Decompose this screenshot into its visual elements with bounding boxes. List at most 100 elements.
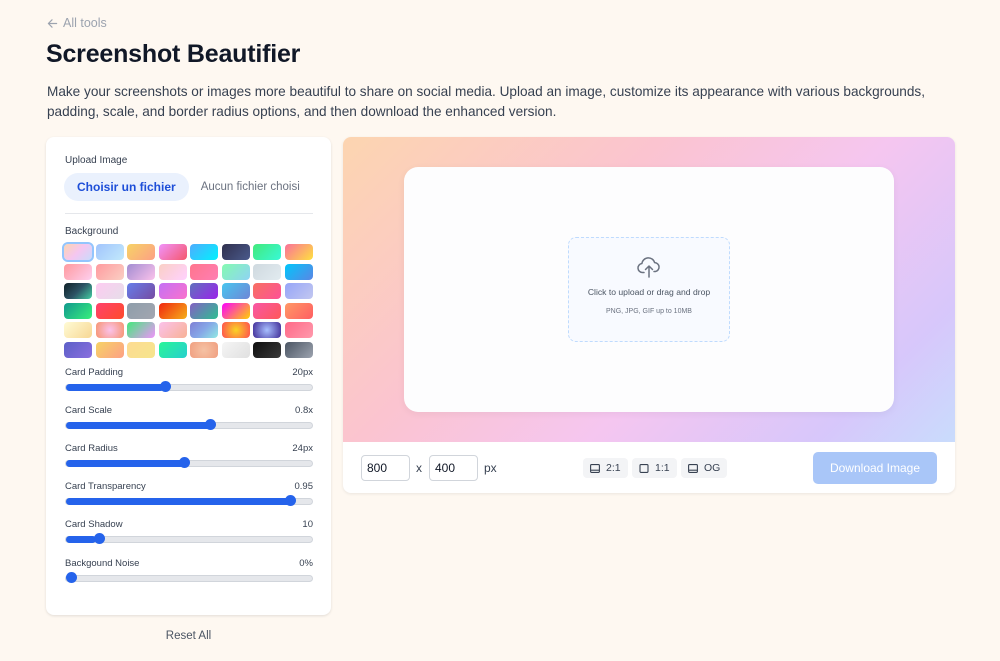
background-swatch[interactable] xyxy=(64,322,92,338)
background-swatch[interactable] xyxy=(284,322,313,338)
background-swatch[interactable] xyxy=(64,263,92,280)
width-input[interactable]: 800 xyxy=(361,455,410,481)
background-swatch[interactable] xyxy=(64,283,92,299)
noise-slider-block: Backgound Noise 0% xyxy=(65,558,313,583)
slider-thumb[interactable] xyxy=(160,381,171,392)
background-swatch[interactable] xyxy=(95,302,124,319)
background-swatch[interactable] xyxy=(221,341,250,358)
padding-slider-block: Card Padding 20px xyxy=(65,367,313,392)
background-swatch[interactable] xyxy=(253,302,281,319)
background-swatch[interactable] xyxy=(127,263,155,280)
background-swatch[interactable] xyxy=(221,263,250,280)
background-swatch[interactable] xyxy=(284,302,313,319)
slider-header: Backgound Noise 0% xyxy=(65,558,313,569)
background-swatch[interactable] xyxy=(158,263,187,280)
slider-thumb[interactable] xyxy=(66,572,77,583)
radius-slider-block: Card Radius 24px xyxy=(65,443,313,468)
noise-slider[interactable] xyxy=(65,572,313,583)
landscape-icon xyxy=(590,463,600,473)
background-swatch[interactable] xyxy=(253,244,281,260)
preset-1-1-button[interactable]: 1:1 xyxy=(632,458,677,478)
background-swatch[interactable] xyxy=(190,322,218,338)
background-swatch[interactable] xyxy=(221,244,250,260)
file-input[interactable]: Choisir un fichier Aucun fichier choisi xyxy=(64,173,300,201)
height-input[interactable]: 400 xyxy=(429,455,478,481)
background-swatch[interactable] xyxy=(95,244,124,260)
noise-label: Backgound Noise xyxy=(65,558,140,569)
slider-header: Card Shadow 10 xyxy=(65,519,313,530)
slider-fill xyxy=(66,498,295,505)
preset-2-1-button[interactable]: 2:1 xyxy=(583,458,628,478)
background-swatch[interactable] xyxy=(284,341,313,358)
background-swatch[interactable] xyxy=(221,302,250,319)
divider xyxy=(65,213,313,214)
background-swatch[interactable] xyxy=(221,283,250,299)
background-swatch[interactable] xyxy=(95,283,124,299)
scale-value: 0.8x xyxy=(295,405,313,416)
background-swatch[interactable] xyxy=(190,263,218,280)
shadow-value: 10 xyxy=(302,519,313,530)
background-swatch[interactable] xyxy=(62,242,94,262)
slider-thumb[interactable] xyxy=(178,457,190,468)
background-swatch[interactable] xyxy=(253,263,281,280)
transparency-slider-block: Card Transparency 0.95 xyxy=(65,481,313,506)
page-description: Make your screenshots or images more bea… xyxy=(47,84,926,119)
background-swatch[interactable] xyxy=(190,283,218,299)
transparency-slider[interactable] xyxy=(65,495,313,506)
transparency-value: 0.95 xyxy=(294,481,314,492)
all-tools-link[interactable]: All tools xyxy=(47,16,107,30)
slider-header: Card Scale 0.8x xyxy=(65,405,313,416)
dropzone-file-types: PNG, JPG, GIF up to 10MB xyxy=(606,308,692,315)
background-swatch[interactable] xyxy=(158,302,187,319)
preset-og-button[interactable]: OG xyxy=(681,458,728,478)
unit-label: px xyxy=(484,461,497,475)
background-swatch[interactable] xyxy=(253,341,281,358)
reset-all-button[interactable]: Reset All xyxy=(46,630,331,642)
background-swatch[interactable] xyxy=(64,302,92,319)
slider-fill xyxy=(66,536,96,543)
background-swatch[interactable] xyxy=(95,341,124,358)
background-swatch[interactable] xyxy=(64,341,92,358)
choose-file-button[interactable]: Choisir un fichier xyxy=(64,173,189,201)
background-swatch[interactable] xyxy=(284,244,313,260)
scale-slider[interactable] xyxy=(65,419,313,430)
shadow-slider-block: Card Shadow 10 xyxy=(65,519,313,544)
file-status-text: Aucun fichier choisi xyxy=(200,181,300,193)
background-swatch[interactable] xyxy=(127,244,155,260)
background-swatch[interactable] xyxy=(158,341,187,358)
background-swatch[interactable] xyxy=(95,322,124,338)
background-swatch[interactable] xyxy=(127,341,155,358)
background-swatch[interactable] xyxy=(190,244,218,260)
background-swatch[interactable] xyxy=(190,341,218,358)
download-image-button[interactable]: Download Image xyxy=(813,452,937,484)
slider-thumb[interactable] xyxy=(204,419,216,430)
all-tools-label: All tools xyxy=(63,16,107,30)
background-swatch[interactable] xyxy=(284,283,313,299)
background-swatch[interactable] xyxy=(127,302,155,319)
background-swatch[interactable] xyxy=(158,322,187,338)
slider-thumb[interactable] xyxy=(94,533,106,544)
slider-fill xyxy=(66,460,185,467)
background-swatch[interactable] xyxy=(95,263,124,280)
slider-fill xyxy=(66,384,165,391)
slider-thumb[interactable] xyxy=(284,495,296,506)
background-swatch[interactable] xyxy=(158,283,187,299)
background-swatch[interactable] xyxy=(127,283,155,299)
background-swatch[interactable] xyxy=(253,283,281,299)
padding-value: 20px xyxy=(292,367,313,378)
slider-header: Card Transparency 0.95 xyxy=(65,481,313,492)
dropzone-instruction: Click to upload or drag and drop xyxy=(587,287,711,297)
background-swatch[interactable] xyxy=(127,322,155,338)
upload-dropzone[interactable]: Click to upload or drag and drop PNG, JP… xyxy=(568,237,730,342)
background-swatch[interactable] xyxy=(253,322,281,338)
radius-slider[interactable] xyxy=(65,457,313,468)
background-swatch[interactable] xyxy=(158,244,187,260)
background-swatch[interactable] xyxy=(190,302,218,319)
padding-slider[interactable] xyxy=(65,381,313,392)
settings-panel: Upload Image Choisir un fichier Aucun fi… xyxy=(46,137,331,615)
shadow-slider[interactable] xyxy=(65,533,313,544)
radius-value: 24px xyxy=(292,443,313,454)
background-swatch[interactable] xyxy=(284,263,313,280)
slider-fill xyxy=(66,422,212,429)
background-swatch[interactable] xyxy=(221,322,250,338)
